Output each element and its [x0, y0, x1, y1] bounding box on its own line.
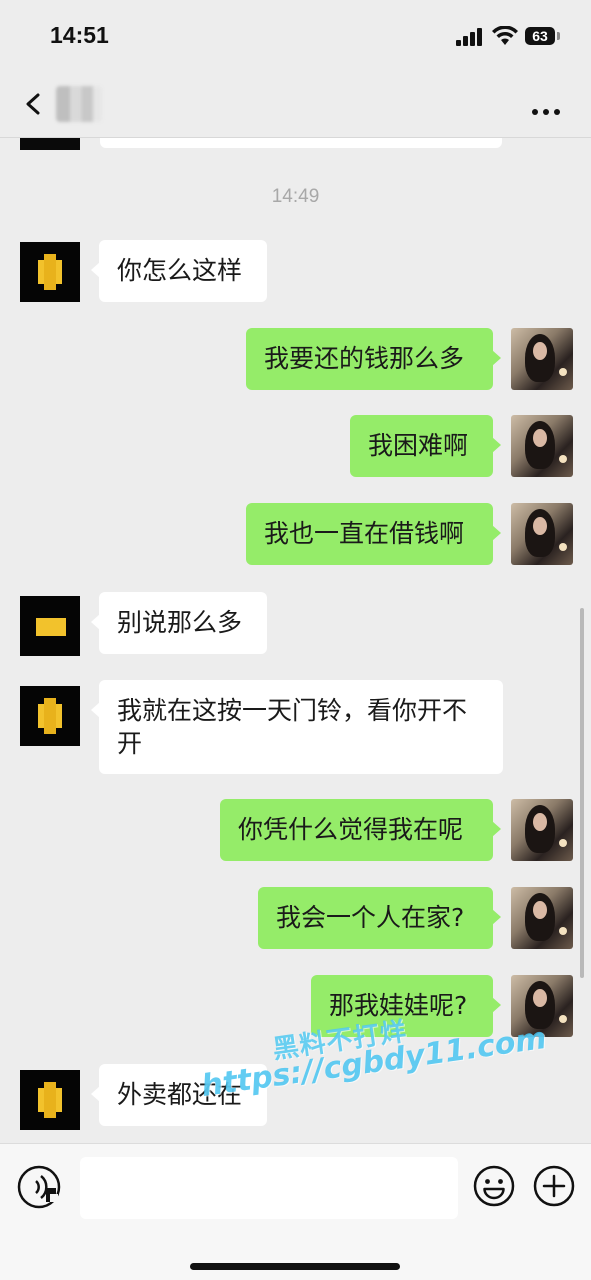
self-avatar[interactable]	[511, 799, 573, 861]
chat-timestamp: 14:49	[271, 186, 320, 207]
message-text: 我也一直在借钱啊	[264, 519, 465, 548]
wifi-icon	[492, 26, 518, 45]
message-text: 别说那么多	[117, 608, 243, 637]
chat-area[interactable]: 14:49 你怎么这样 我要还的钱那么多 我困难啊 我也一直在借钱啊 别说那么多…	[0, 138, 591, 1143]
contact-avatar[interactable]	[20, 596, 80, 656]
chevron-left-icon[interactable]	[22, 92, 46, 116]
status-bar: 14:51 63	[0, 0, 591, 74]
message-bubble-incoming[interactable]: 你怎么这样	[91, 240, 267, 302]
message-bubble-outgoing[interactable]: 你凭什么觉得我在呢	[220, 799, 501, 861]
chat-screen: 14:51 63 14:49 你怎么这样 我要还的钱那么多 我困难啊 我也一直在…	[0, 0, 591, 1280]
contact-avatar[interactable]	[20, 242, 80, 302]
message-bubble-outgoing[interactable]: 我也一直在借钱啊	[246, 503, 501, 565]
emoji-icon[interactable]	[472, 1164, 516, 1208]
message-bubble-incoming[interactable]: 我就在这按一天门铃，看你开不 开	[91, 680, 503, 774]
message-text: 我会一个人在家?	[276, 903, 465, 932]
home-indicator[interactable]	[190, 1263, 400, 1270]
message-text: 我要还的钱那么多	[264, 344, 465, 373]
contact-avatar[interactable]	[20, 1070, 80, 1130]
ellipsis-icon[interactable]	[532, 100, 566, 115]
message-text-continued: 开	[117, 729, 143, 758]
voice-icon[interactable]	[16, 1164, 62, 1210]
message-text: 我就在这按一天门铃，看你开不	[117, 696, 468, 725]
self-avatar[interactable]	[511, 887, 573, 949]
contact-avatar[interactable]	[20, 686, 80, 746]
nav-bar	[0, 74, 591, 138]
self-avatar[interactable]	[511, 415, 573, 477]
message-bubble-outgoing[interactable]: 我要还的钱那么多	[246, 328, 501, 390]
previous-avatar	[20, 138, 80, 150]
message-bubble-outgoing[interactable]: 我会一个人在家?	[258, 887, 501, 949]
message-text: 你怎么这样	[117, 256, 243, 285]
message-input[interactable]	[80, 1157, 458, 1219]
message-bubble-outgoing[interactable]: 我困难啊	[350, 415, 501, 477]
plus-icon[interactable]	[532, 1164, 576, 1208]
self-avatar[interactable]	[511, 503, 573, 565]
self-avatar[interactable]	[511, 328, 573, 390]
chat-scrollbar[interactable]	[580, 608, 584, 978]
message-bubble-incoming[interactable]: 别说那么多	[91, 592, 267, 654]
battery-tip	[557, 32, 560, 40]
input-bar	[0, 1143, 591, 1280]
message-text: 你凭什么觉得我在呢	[238, 815, 464, 844]
contact-name[interactable]	[56, 86, 102, 122]
status-time: 14:51	[50, 22, 109, 48]
signal-icon	[456, 28, 482, 46]
message-text: 我困难啊	[368, 431, 469, 460]
previous-message-bubble	[100, 138, 502, 148]
battery-indicator: 63	[525, 27, 555, 45]
